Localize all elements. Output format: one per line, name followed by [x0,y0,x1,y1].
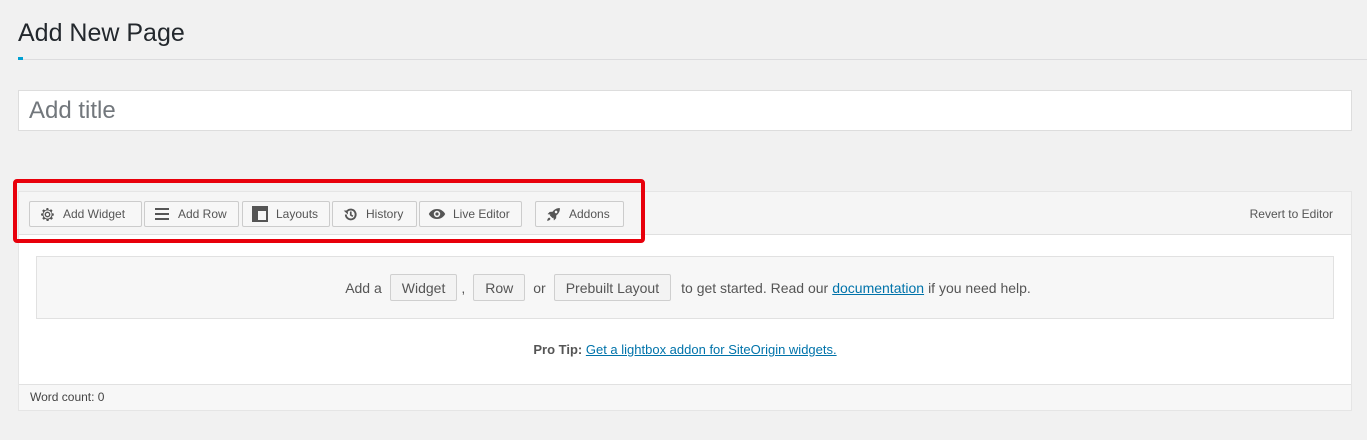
gear-icon [38,205,56,223]
pro-tip-label: Pro Tip: [533,342,583,357]
empty-builder-panel: Add a Widget , Row or Prebuilt Layout to… [36,256,1334,319]
layouts-label: Layouts [276,207,319,221]
empty-middle-text: to get started. Read our [681,279,829,296]
layouts-button[interactable]: Layouts [242,201,330,227]
word-count: Word count: 0 [30,390,105,404]
layout-icon [251,205,269,223]
documentation-link[interactable]: documentation [832,280,924,296]
lightbox-addon-link[interactable]: Get a lightbox addon for SiteOrigin widg… [586,342,837,357]
add-row-label: Add Row [178,207,227,221]
add-row-inline-button[interactable]: Row [473,274,526,301]
add-widget-label: Add Widget [63,207,126,221]
add-row-button[interactable]: Add Row [144,201,239,227]
add-widget-button[interactable]: Add Widget [29,201,142,227]
addons-label: Addons [569,207,610,221]
history-button[interactable]: History [332,201,417,227]
empty-suffix-text: if you need help. [928,279,1031,296]
live-editor-button[interactable]: Live Editor [419,201,522,227]
builder-toolbar: Add Widget Add Row Layouts History Live … [19,192,1351,235]
pro-tip: Pro Tip: Get a lightbox addon for SiteOr… [19,342,1351,357]
empty-prefix: Add a [345,279,382,296]
comma-text: , [461,279,466,296]
eye-icon [428,205,446,223]
history-icon [341,205,359,223]
history-label: History [366,207,404,221]
or-text: or [533,279,546,296]
title-accent [18,57,23,60]
revert-to-editor-link[interactable]: Revert to Editor [1250,207,1333,221]
prebuilt-layout-button[interactable]: Prebuilt Layout [553,274,672,301]
rocket-icon [544,205,562,223]
addons-button[interactable]: Addons [535,201,624,227]
title-input[interactable] [18,90,1352,131]
rows-icon [153,205,171,223]
status-bar: Word count: 0 [19,384,1351,410]
add-widget-inline-button[interactable]: Widget [389,274,458,301]
page-title: Add New Page [18,19,185,47]
live-editor-label: Live Editor [453,207,510,221]
title-divider [18,59,1367,60]
page-builder: Add Widget Add Row Layouts History Live … [18,191,1352,411]
